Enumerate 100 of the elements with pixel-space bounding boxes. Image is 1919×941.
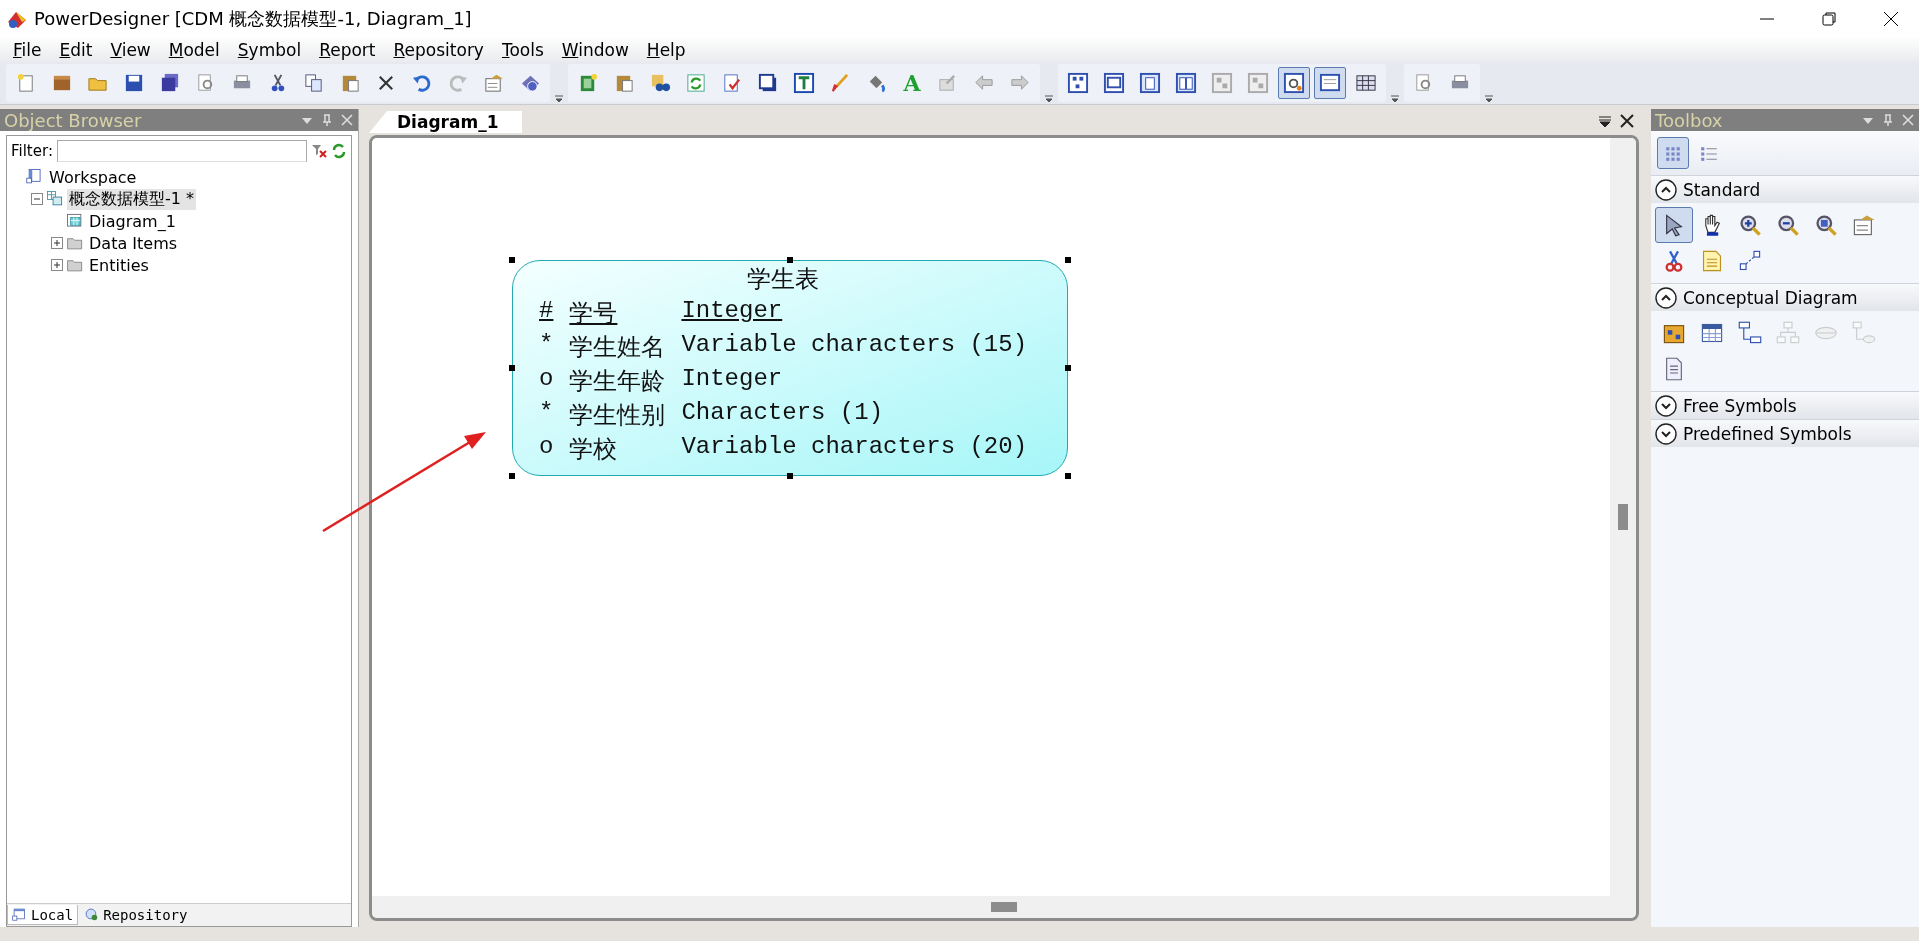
attribute-marker: o [539, 365, 554, 394]
toolbox-section-header[interactable]: Conceptual Diagram [1651, 283, 1919, 311]
menu-item[interactable]: Report [310, 40, 385, 60]
window-title: PowerDesigner [CDM 概念数据模型-1, Diagram_1] [34, 7, 473, 31]
toolbox-section-header[interactable]: Free Symbols [1651, 391, 1919, 419]
pin-icon[interactable] [1881, 113, 1895, 127]
entity-symbol[interactable]: 学生表 # 学号 Integer * 学生姓名 Variable characters (15) o 学生年龄 Integer * 学生性别 Characters (1) o 学校 Variable characters (20) [512, 260, 1069, 476]
minimize-icon [1759, 18, 1775, 20]
attribute-marker: # [539, 297, 554, 326]
page-icon [1139, 72, 1161, 94]
diagram-frame-icon [1247, 72, 1269, 94]
scrollbar-thumb[interactable] [1618, 504, 1628, 530]
tree-item[interactable]: Data Items [87, 233, 180, 253]
menu-item[interactable]: Repository [384, 40, 493, 60]
tree-item[interactable]: Entities [87, 255, 151, 275]
refresh-icon [685, 72, 707, 94]
tree-item[interactable]: Workspace [47, 167, 139, 187]
expand-icon[interactable] [51, 237, 63, 249]
refresh-icon[interactable] [331, 143, 347, 159]
save-icon [123, 72, 145, 94]
attribute-marker: o [539, 433, 554, 462]
toolbox-section-header[interactable]: Predefined Symbols [1651, 419, 1919, 447]
attribute-name: 学生姓名 [569, 334, 666, 363]
expand-icon [1655, 422, 1677, 445]
view-button[interactable] [1657, 137, 1689, 169]
panel-title: Toolbox [1655, 109, 1724, 131]
attribute-marker: * [539, 399, 554, 428]
diagram-icon [66, 212, 84, 230]
menu-item[interactable]: View [101, 40, 160, 60]
collapse-icon [1655, 178, 1677, 201]
zoom-out-icon [1775, 212, 1801, 238]
panel-tab[interactable]: Repository [80, 905, 192, 925]
filter-label: Filter: [11, 142, 53, 160]
relationship-icon [1737, 320, 1763, 346]
entity-title: 学生表 [746, 266, 821, 295]
text-frame-icon [793, 72, 815, 94]
workspace-icon [12, 906, 28, 923]
scrollbar-thumb[interactable] [991, 902, 1017, 912]
filter-field[interactable] [56, 140, 307, 162]
preview-window-icon [1283, 72, 1305, 94]
close-icon[interactable] [1619, 113, 1635, 129]
pin-icon[interactable] [320, 113, 334, 127]
hierarchy-icon [1775, 320, 1801, 346]
expand-icon [1655, 394, 1677, 417]
attribute-name: 学生年龄 [569, 368, 666, 397]
menu-item[interactable]: Tools [492, 40, 553, 60]
panel-title: Object Browser [4, 109, 143, 131]
brush-icon [829, 72, 851, 94]
menu-item[interactable]: Symbol [228, 40, 311, 60]
tree-item[interactable]: Diagram_1 [87, 211, 178, 231]
square-icon [757, 72, 779, 94]
tree-item[interactable]: 概念数据模型-1 * [67, 188, 197, 210]
workspace-icon [26, 168, 44, 186]
selection-handle[interactable] [1065, 473, 1072, 479]
attribute-type: Integer [681, 365, 784, 394]
close-icon [1883, 11, 1899, 27]
zoom-page-icon [1813, 212, 1839, 238]
menu-item[interactable]: File [4, 40, 51, 60]
pages-icon [1175, 72, 1197, 94]
restore-icon [1821, 11, 1837, 27]
menu-item[interactable]: Window [552, 40, 638, 60]
attribute-type: Variable characters (15) [681, 331, 1028, 360]
checked-document-icon [721, 72, 743, 94]
clear-filter-icon[interactable] [311, 143, 327, 159]
frame-diagram-icon [1103, 72, 1125, 94]
attribute-marker: * [539, 331, 554, 360]
zoom-in-icon [1737, 212, 1763, 238]
selection-handle[interactable] [787, 257, 794, 263]
undo-icon [411, 72, 433, 94]
collapse-icon [1655, 286, 1677, 309]
menu-item[interactable]: Help [637, 40, 695, 60]
selection-handle[interactable] [509, 473, 515, 479]
binoculars-icon [649, 72, 671, 94]
attribute-type: Variable characters (20) [681, 433, 1028, 462]
toolbox-section-header[interactable]: Standard [1651, 175, 1919, 203]
link-shapes-icon [1851, 320, 1877, 346]
expand-icon[interactable] [51, 259, 63, 271]
collapse-icon[interactable] [31, 193, 43, 205]
copy-icon [303, 72, 325, 94]
menu-item[interactable]: Edit [50, 40, 102, 60]
model-icon [46, 190, 64, 208]
selection-handle[interactable] [1065, 257, 1072, 263]
menu-item[interactable]: Model [159, 40, 229, 60]
toolbar-button[interactable] [1314, 67, 1346, 99]
toolbar-button[interactable] [1278, 67, 1310, 99]
redo-icon [447, 72, 469, 94]
document-tab[interactable]: Diagram_1 [369, 111, 523, 133]
selection-handle[interactable] [509, 365, 515, 371]
comment-window-icon [1319, 72, 1341, 94]
selection-handle[interactable] [787, 473, 794, 479]
tree-diagram-icon [1067, 72, 1089, 94]
attribute-name: 学生性别 [569, 402, 666, 431]
panel-tab[interactable]: Local [7, 905, 79, 925]
tab-menu-icon[interactable] [1597, 113, 1613, 129]
selection-handle[interactable] [1065, 365, 1072, 371]
tool-button[interactable] [1655, 207, 1693, 243]
save-all-icon [159, 72, 181, 94]
attribute-type: Characters (1) [681, 399, 885, 428]
attribute-type: Integer [681, 297, 784, 326]
selection-handle[interactable] [509, 257, 515, 263]
